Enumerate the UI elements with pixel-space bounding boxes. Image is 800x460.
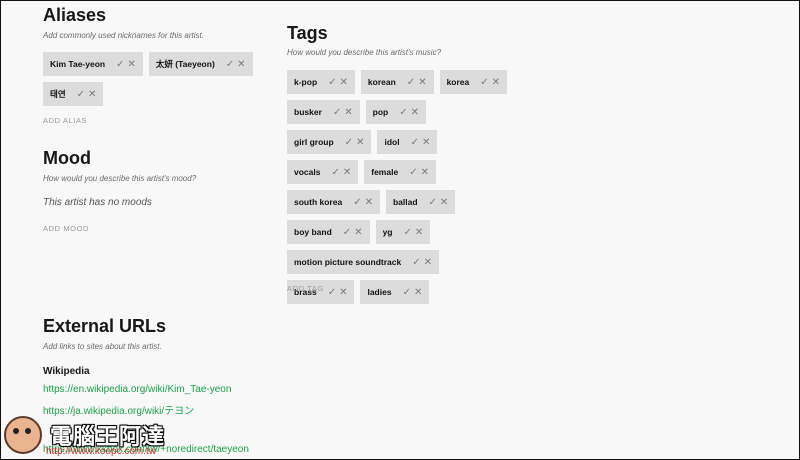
tag-chip-label: busker bbox=[294, 107, 322, 117]
close-icon[interactable]: ✕ bbox=[415, 227, 423, 238]
check-icon[interactable]: ✓ bbox=[77, 89, 85, 100]
check-icon[interactable]: ✓ bbox=[331, 167, 339, 178]
wikipedia-label: Wikipedia bbox=[43, 366, 90, 377]
check-icon[interactable]: ✓ bbox=[333, 107, 341, 118]
alias-chip: 太妍 (Taeyeon) ✓ ✕ bbox=[148, 52, 253, 76]
alias-chip-label: Kim Tae-yeon bbox=[50, 59, 106, 69]
tag-chip: idol ✓ ✕ bbox=[377, 130, 438, 154]
tag-chip-label: female bbox=[371, 167, 399, 177]
close-icon[interactable]: ✕ bbox=[365, 197, 373, 208]
check-icon[interactable]: ✓ bbox=[226, 59, 234, 70]
tag-chip: pop ✓ ✕ bbox=[365, 100, 427, 124]
watermark-url: http://www.koopc.com.tw bbox=[46, 446, 157, 457]
tag-chip: yg ✓ ✕ bbox=[375, 220, 431, 244]
tag-chip: vocals ✓ ✕ bbox=[287, 160, 359, 184]
tag-chip: boy band ✓ ✕ bbox=[287, 220, 370, 244]
mood-title: Mood bbox=[43, 148, 91, 168]
check-icon[interactable]: ✓ bbox=[328, 77, 336, 88]
tag-chip-label: ballad bbox=[392, 197, 418, 207]
tag-chip: motion picture soundtrack ✓ ✕ bbox=[287, 250, 439, 274]
check-icon[interactable]: ✓ bbox=[116, 59, 124, 70]
tag-chip: girl group ✓ ✕ bbox=[287, 130, 372, 154]
tag-chip: south korea ✓ ✕ bbox=[287, 190, 380, 214]
check-icon[interactable]: ✓ bbox=[403, 227, 411, 238]
close-icon[interactable]: ✕ bbox=[411, 107, 419, 118]
add-tag-button[interactable]: ADD TAG bbox=[287, 284, 324, 293]
tag-chip: k-pop ✓ ✕ bbox=[287, 70, 355, 94]
close-icon[interactable]: ✕ bbox=[424, 257, 432, 268]
tag-chip-label: ladies bbox=[367, 287, 392, 297]
close-icon[interactable]: ✕ bbox=[343, 167, 351, 178]
tag-chip: female ✓ ✕ bbox=[364, 160, 436, 184]
check-icon[interactable]: ✓ bbox=[429, 197, 437, 208]
close-icon[interactable]: ✕ bbox=[422, 137, 430, 148]
tag-chip-list: k-pop ✓ ✕ korean ✓ ✕ korea ✓ ✕ busker ✓ ✕ pop ✓ ✕ girl … bbox=[287, 70, 512, 304]
tag-chip-label: girl group bbox=[294, 137, 334, 147]
close-icon[interactable]: ✕ bbox=[344, 107, 352, 118]
tag-chip-label: boy band bbox=[294, 227, 332, 237]
check-icon[interactable]: ✓ bbox=[480, 77, 488, 88]
watermark: 電腦王阿達 http://www.koopc.com.tw bbox=[4, 416, 165, 457]
close-icon[interactable]: ✕ bbox=[339, 287, 347, 298]
alias-chip-label: 태연 bbox=[50, 89, 66, 99]
tag-chip-label: k-pop bbox=[294, 77, 318, 87]
alias-chip-label: 太妍 (Taeyeon) bbox=[155, 59, 215, 69]
tags-hint: How would you describe this artist's mus… bbox=[287, 48, 442, 57]
alias-chip-list: Kim Tae-yeon ✓ ✕ 太妍 (Taeyeon) ✓ ✕ 태연 ✓ ✕ bbox=[43, 52, 258, 106]
close-icon[interactable]: ✕ bbox=[237, 59, 245, 70]
check-icon[interactable]: ✓ bbox=[411, 137, 419, 148]
add-alias-button[interactable]: ADD ALIAS bbox=[43, 116, 87, 125]
check-icon[interactable]: ✓ bbox=[403, 287, 411, 298]
check-icon[interactable]: ✓ bbox=[345, 137, 353, 148]
check-icon[interactable]: ✓ bbox=[409, 167, 417, 178]
aliases-title: Aliases bbox=[43, 5, 107, 25]
wikipedia-en-link[interactable]: https://en.wikipedia.org/wiki/Kim_Tae-ye… bbox=[43, 384, 231, 395]
tag-chip-label: south korea bbox=[294, 197, 343, 207]
check-icon[interactable]: ✓ bbox=[412, 257, 420, 268]
tag-chip: ladies ✓ ✕ bbox=[360, 280, 430, 304]
tag-chip-label: korean bbox=[367, 77, 396, 87]
mood-empty-text: This artist has no moods bbox=[43, 197, 152, 208]
check-icon[interactable]: ✓ bbox=[328, 287, 336, 298]
check-icon[interactable]: ✓ bbox=[407, 77, 415, 88]
alias-chip: Kim Tae-yeon ✓ ✕ bbox=[43, 52, 143, 76]
close-icon[interactable]: ✕ bbox=[414, 287, 422, 298]
mascot-icon bbox=[4, 416, 42, 454]
tag-chip: korean ✓ ✕ bbox=[360, 70, 434, 94]
close-icon[interactable]: ✕ bbox=[128, 59, 136, 70]
wikipedia-ja-link[interactable]: https://ja.wikipedia.org/wiki/テヨン bbox=[43, 402, 194, 417]
mood-hint: How would you describe this artist's moo… bbox=[43, 174, 197, 183]
close-icon[interactable]: ✕ bbox=[354, 227, 362, 238]
close-icon[interactable]: ✕ bbox=[492, 77, 500, 88]
tag-chip: busker ✓ ✕ bbox=[287, 100, 360, 124]
aliases-hint: Add commonly used nicknames for this art… bbox=[43, 31, 204, 40]
alias-chip: 태연 ✓ ✕ bbox=[43, 82, 104, 106]
tag-chip-label: idol bbox=[384, 137, 400, 147]
tag-chip-label: pop bbox=[372, 107, 389, 117]
check-icon[interactable]: ✓ bbox=[353, 197, 361, 208]
close-icon[interactable]: ✕ bbox=[340, 77, 348, 88]
close-icon[interactable]: ✕ bbox=[88, 89, 96, 100]
tag-chip-label: yg bbox=[382, 227, 393, 237]
tag-chip-label: korea bbox=[446, 77, 470, 87]
tag-chip-label: motion picture soundtrack bbox=[294, 257, 402, 267]
close-icon[interactable]: ✕ bbox=[440, 197, 448, 208]
add-mood-button[interactable]: ADD MOOD bbox=[43, 224, 89, 233]
close-icon[interactable]: ✕ bbox=[418, 77, 426, 88]
external-urls-title: External URLs bbox=[43, 316, 167, 336]
check-icon[interactable]: ✓ bbox=[343, 227, 351, 238]
check-icon[interactable]: ✓ bbox=[399, 107, 407, 118]
tag-chip: ballad ✓ ✕ bbox=[385, 190, 456, 214]
tag-chip-label: vocals bbox=[294, 167, 321, 177]
tags-title: Tags bbox=[287, 23, 328, 43]
external-urls-hint: Add links to sites about this artist. bbox=[43, 342, 162, 351]
tag-chip: korea ✓ ✕ bbox=[439, 70, 508, 94]
close-icon[interactable]: ✕ bbox=[356, 137, 364, 148]
close-icon[interactable]: ✕ bbox=[421, 167, 429, 178]
